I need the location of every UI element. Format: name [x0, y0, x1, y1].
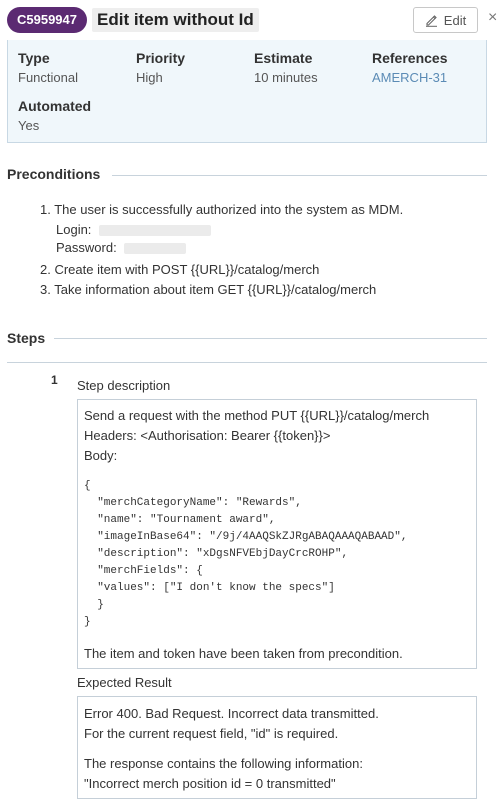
- code-line: }: [84, 599, 104, 611]
- step-description-line: Body:: [84, 448, 118, 463]
- close-icon[interactable]: ×: [488, 8, 502, 28]
- redacted-login: [99, 225, 212, 237]
- steps-title: Steps: [7, 330, 46, 346]
- step-description-line: Headers: <Authorisation: Bearer {{token}…: [84, 428, 331, 443]
- expected-result-line: Error 400. Bad Request. Incorrect data t…: [84, 706, 379, 721]
- code-line: }: [84, 616, 91, 628]
- step-description-box[interactable]: Send a request with the method PUT {{URL…: [77, 399, 477, 669]
- estimate-value: 10 minutes: [254, 70, 318, 85]
- estimate-label: Estimate: [254, 50, 313, 66]
- edit-button[interactable]: Edit: [413, 7, 478, 33]
- edit-button-label: Edit: [443, 12, 467, 28]
- code-line: "imageInBase64": "/9j/4AAQSkZJRgABAQAAAQ…: [84, 531, 408, 543]
- preconditions-title: Preconditions: [7, 166, 101, 182]
- references-link[interactable]: AMERCH-31: [372, 70, 447, 85]
- login-label: Login:: [56, 222, 92, 237]
- expected-result-line: The response contains the following info…: [84, 756, 363, 771]
- expected-result-line: For the current request field, "id" is r…: [84, 726, 339, 741]
- redacted-password: [124, 243, 187, 255]
- type-value: Functional: [18, 70, 78, 85]
- priority-value: High: [136, 70, 163, 85]
- expected-result-box[interactable]: Error 400. Bad Request. Incorrect data t…: [77, 696, 477, 799]
- password-label: Password:: [56, 240, 117, 255]
- code-line: "name": "Tournament award",: [84, 514, 276, 526]
- code-line: "merchFields": {: [84, 565, 203, 577]
- automated-value: Yes: [18, 118, 40, 133]
- type-label: Type: [18, 50, 50, 66]
- automated-label: Automated: [18, 98, 92, 114]
- expected-result-line: "Incorrect merch position id = 0 transmi…: [84, 776, 336, 791]
- step-description-footer: The item and token have been taken from …: [84, 646, 403, 661]
- preconditions-item: 2. Create item with POST {{URL}}/catalog…: [40, 262, 320, 277]
- preconditions-item: 3. Take information about item GET {{URL…: [40, 282, 377, 297]
- code-line: "description": "xDgsNFVEbjDayCrcROHP",: [84, 548, 349, 560]
- code-line: "values": ["I don't know the specs"]: [84, 582, 335, 594]
- priority-label: Priority: [136, 50, 186, 66]
- section-divider: [112, 175, 487, 176]
- case-title: Edit item without Id: [92, 8, 259, 32]
- references-label: References: [372, 50, 448, 66]
- preconditions-item: 1. The user is successfully authorized i…: [40, 202, 404, 217]
- step-description-line: Send a request with the method PUT {{URL…: [84, 408, 430, 423]
- section-divider: [7, 362, 487, 363]
- step-description-label: Step description: [77, 378, 171, 393]
- expected-result-label: Expected Result: [77, 675, 172, 690]
- case-id-badge: C5959947: [7, 7, 87, 33]
- code-line: "merchCategoryName": "Rewards",: [84, 497, 302, 509]
- login-row: Login:: [56, 222, 212, 237]
- pencil-icon: [425, 14, 438, 27]
- section-divider: [54, 338, 487, 339]
- password-row: Password:: [56, 240, 187, 255]
- step-number: 1: [51, 373, 58, 387]
- code-line: {: [84, 480, 91, 492]
- case-info-panel: Type Functional Priority High Estimate 1…: [7, 40, 487, 143]
